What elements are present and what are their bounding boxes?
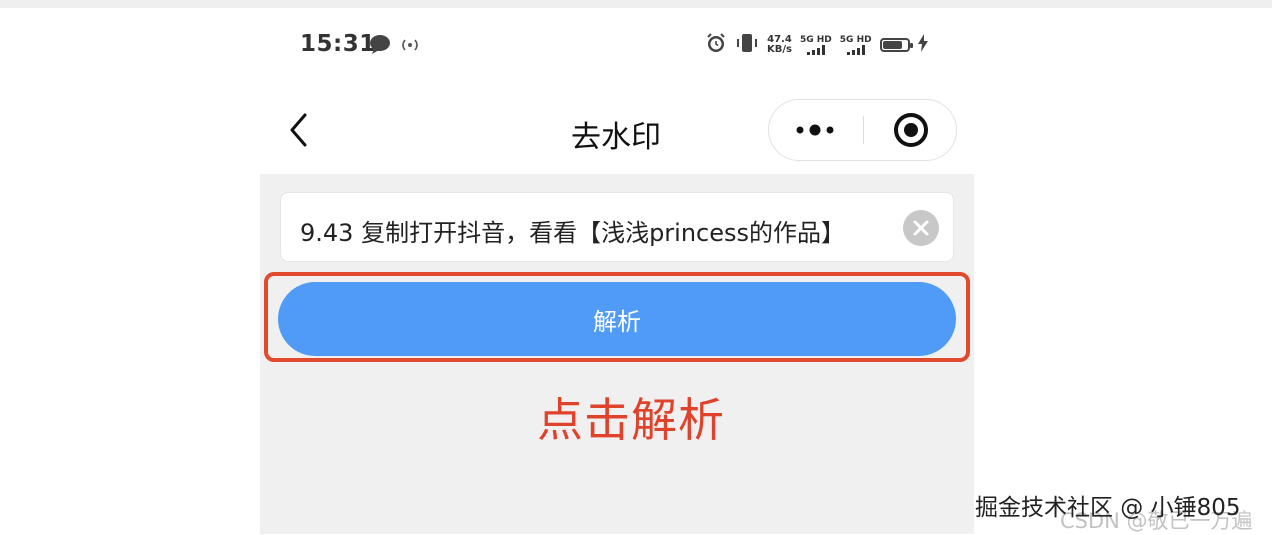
signal-bars-icon: [846, 45, 865, 55]
sim1-label: 5G HD: [799, 35, 832, 45]
status-time: 15:31: [300, 31, 376, 57]
target-close-icon: [894, 113, 928, 147]
hotspot-icon: [399, 35, 421, 57]
share-link-input[interactable]: 9.43 复制打开抖音，看看【浅浅princess的作品】: [280, 192, 954, 262]
top-strip: [0, 0, 1272, 8]
net-speed: 47.4 KB/s: [767, 35, 792, 55]
sim2-label: 5G HD: [839, 35, 872, 45]
alarm-clock-icon: [705, 32, 727, 58]
parse-button[interactable]: 解析: [278, 282, 956, 356]
status-left-icons: [369, 34, 421, 58]
sim2-signal: 5G HD: [840, 35, 872, 55]
status-right-icons: 47.4 KB/s 5G HD 5G HD: [705, 32, 928, 58]
share-link-input-text[interactable]: 9.43 复制打开抖音，看看【浅浅princess的作品】: [300, 213, 880, 248]
chat-bubble-icon: [369, 34, 391, 58]
mini-program-capsule: [768, 99, 957, 161]
signal-bars-icon: [806, 45, 825, 55]
more-options-button[interactable]: [769, 100, 863, 160]
vibrate-icon: [735, 32, 759, 58]
close-mini-program-button[interactable]: [864, 100, 958, 160]
net-speed-unit: KB/s: [767, 44, 792, 55]
page-title: 去水印: [571, 120, 661, 155]
charging-bolt-icon: [917, 34, 928, 56]
clear-x-icon: [913, 220, 929, 236]
annotation-text: 点击解析: [537, 393, 725, 447]
watermark: 掘金技术社区 @ 小锤805: [975, 495, 1241, 521]
more-dots-icon: [796, 124, 834, 136]
sim1-signal: 5G HD: [800, 35, 832, 55]
battery-icon: [879, 38, 913, 52]
clear-input-button[interactable]: [903, 210, 939, 246]
